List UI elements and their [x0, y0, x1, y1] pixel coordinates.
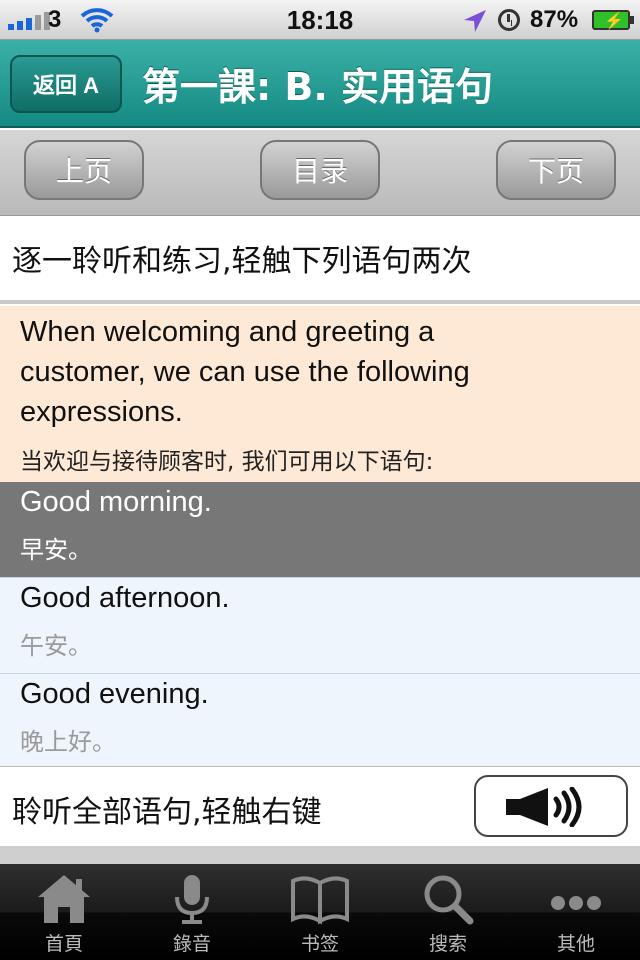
- index-button[interactable]: 目录: [260, 140, 380, 200]
- phrase-row-good-morning[interactable]: Good morning. 早安。: [0, 482, 640, 578]
- alarm-clock-icon: [498, 9, 520, 31]
- search-icon: [424, 875, 474, 925]
- back-button[interactable]: 返回 A: [10, 55, 122, 113]
- tab-search[interactable]: 搜索: [384, 864, 512, 960]
- listen-all-label: 聆听全部语句,轻触右键: [12, 795, 322, 830]
- tab-bookmarks[interactable]: 书签: [256, 864, 384, 960]
- location-arrow-icon: [464, 10, 486, 32]
- phrase-chinese: 晚上好。: [20, 728, 116, 756]
- book-icon: [291, 876, 349, 925]
- intro-block[interactable]: When welcoming and greeting a customer, …: [0, 306, 640, 482]
- play-all-button[interactable]: [474, 775, 628, 837]
- intro-english-line-3: expressions.: [20, 396, 183, 428]
- battery-percent: 87%: [530, 6, 579, 33]
- tab-label: 书签: [300, 933, 339, 955]
- status-bar: 3 18:18 87% ⚡: [0, 0, 640, 40]
- listen-all-row: 聆听全部语句,轻触右键: [0, 766, 640, 846]
- instruction-text: 逐一聆听和练习,轻触下列语句两次: [0, 216, 640, 304]
- battery-icon: ⚡: [592, 10, 634, 30]
- intro-chinese: 当欢迎与接待顾客时, 我们可用以下语句:: [20, 449, 434, 475]
- intro-english-line-1: When welcoming and greeting a: [20, 316, 435, 348]
- tab-label: 首頁: [44, 933, 83, 955]
- phrase-english: Good afternoon.: [20, 582, 230, 614]
- home-icon: [38, 875, 90, 923]
- phrase-english: Good morning.: [20, 486, 212, 518]
- next-page-button[interactable]: 下页: [496, 140, 616, 200]
- previous-page-button[interactable]: 上页: [24, 140, 144, 200]
- tab-home[interactable]: 首頁: [0, 864, 128, 960]
- navigation-bar: 返回 A 第一課: B. 实用语句: [0, 40, 640, 128]
- back-button-label: 返回 A: [32, 73, 99, 98]
- phrase-chinese: 午安。: [20, 632, 92, 660]
- intro-english-line-2: customer, we can use the following: [20, 356, 470, 388]
- tab-label: 錄音: [172, 933, 211, 955]
- divider: [0, 846, 640, 864]
- phrase-english: Good evening.: [20, 678, 209, 710]
- tab-more[interactable]: 其他: [512, 864, 640, 960]
- phrase-chinese: 早安。: [20, 536, 92, 564]
- more-icon: [551, 896, 601, 910]
- page-toolbar: 上页 目录 下页: [0, 130, 640, 216]
- phrase-row-good-evening[interactable]: Good evening. 晚上好。: [0, 674, 640, 770]
- phrase-row-good-afternoon[interactable]: Good afternoon. 午安。: [0, 578, 640, 674]
- tab-record[interactable]: 錄音: [128, 864, 256, 960]
- microphone-icon: [175, 875, 209, 924]
- page-title: 第一課: B. 实用语句: [142, 65, 494, 109]
- tab-label: 其他: [556, 933, 595, 955]
- tab-bar: 首頁 錄音 书签 搜索 其他: [0, 864, 640, 960]
- tab-label: 搜索: [428, 933, 467, 955]
- speaker-icon: [506, 787, 582, 827]
